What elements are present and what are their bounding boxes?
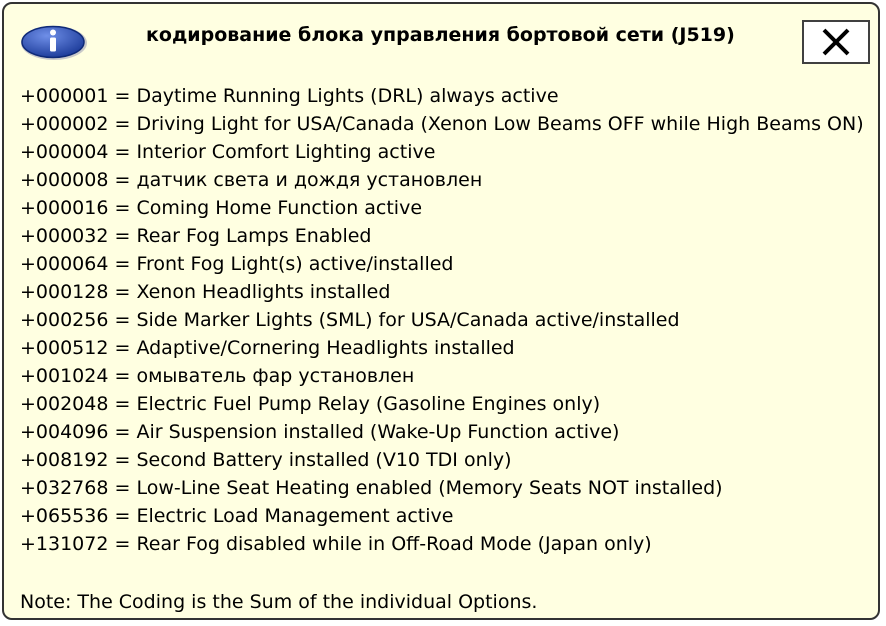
coding-option: +000512 = Adaptive/Cornering Headlights … [20, 337, 515, 359]
coding-options-list: +000001 = Daytime Running Lights (DRL) a… [20, 82, 864, 558]
coding-option: +008192 = Second Battery installed (V10 … [20, 449, 512, 471]
close-button[interactable] [802, 20, 870, 64]
coding-option: +131072 = Rear Fog disabled while in Off… [20, 533, 652, 555]
coding-option: +000008 = датчик света и дождя установле… [20, 169, 483, 191]
coding-option: +000064 = Front Fog Light(s) active/inst… [20, 253, 454, 275]
close-icon [822, 28, 850, 56]
coding-info-dialog: кодирование блока управления бортовой се… [2, 2, 880, 620]
coding-note: Note: The Coding is the Sum of the indiv… [20, 591, 538, 613]
coding-option: +001024 = омыватель фар установлен [20, 365, 415, 387]
coding-option: +002048 = Electric Fuel Pump Relay (Gaso… [20, 393, 601, 415]
coding-option: +000016 = Coming Home Function active [20, 197, 423, 219]
coding-option: +000032 = Rear Fog Lamps Enabled [20, 225, 372, 247]
coding-option: +000256 = Side Marker Lights (SML) for U… [20, 309, 680, 331]
coding-option: +000004 = Interior Comfort Lighting acti… [20, 141, 436, 163]
coding-option: +032768 = Low-Line Seat Heating enabled … [20, 477, 723, 499]
dialog-title: кодирование блока управления бортовой се… [146, 24, 735, 46]
coding-option: +000002 = Driving Light for USA/Canada (… [20, 113, 864, 135]
coding-option: +000001 = Daytime Running Lights (DRL) a… [20, 85, 559, 107]
coding-option: +065536 = Electric Load Management activ… [20, 505, 454, 527]
coding-option: +000128 = Xenon Headlights installed [20, 281, 391, 303]
info-icon [18, 22, 88, 62]
coding-option: +004096 = Air Suspension installed (Wake… [20, 421, 620, 443]
